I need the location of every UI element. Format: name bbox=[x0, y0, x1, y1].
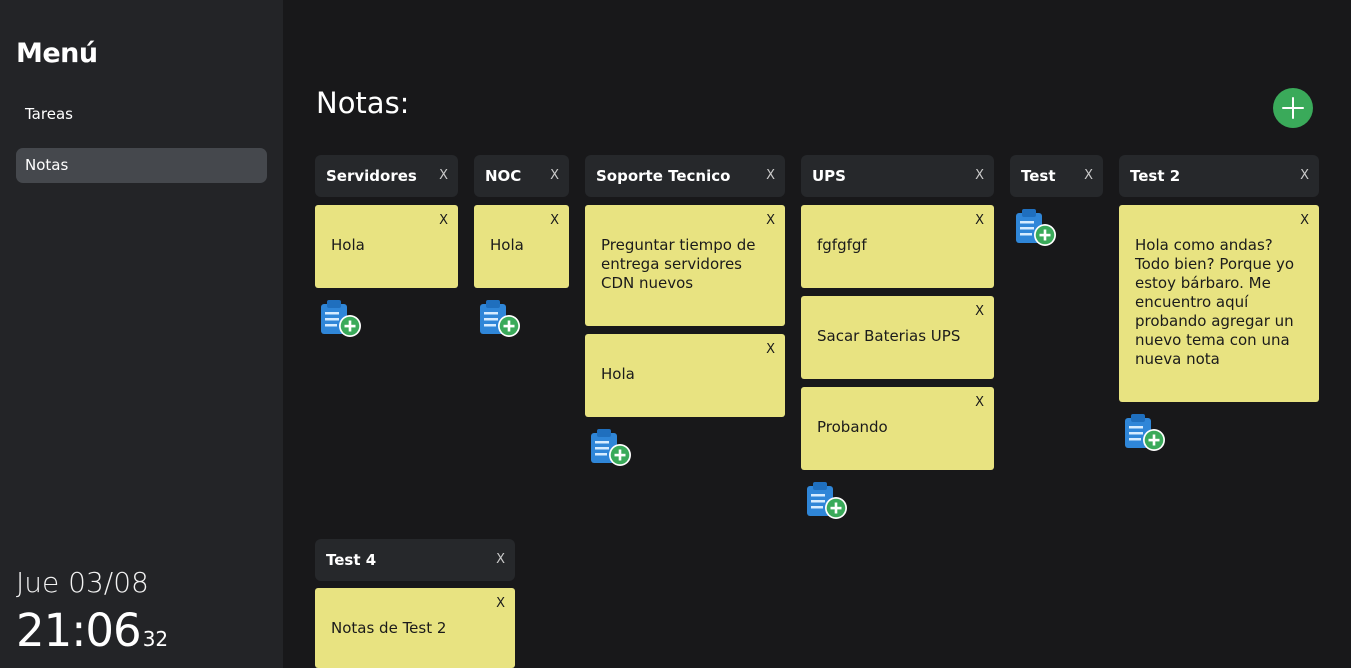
delete-note-button[interactable]: X bbox=[975, 302, 984, 321]
note-text: Hola bbox=[601, 365, 635, 383]
topic-title: Test bbox=[1021, 167, 1056, 185]
note-text: fgfgfgf bbox=[817, 236, 867, 254]
note-text: Hola bbox=[331, 236, 365, 254]
add-note-icon[interactable] bbox=[589, 427, 633, 467]
note-card: X Hola bbox=[474, 205, 569, 288]
add-note-icon[interactable] bbox=[1123, 412, 1167, 452]
topic-column-test-2: Test 2 X X Hola como andas? Todo bien? P… bbox=[1119, 155, 1319, 197]
topic-column-test: Test X bbox=[1010, 155, 1103, 197]
menu-title: Menú bbox=[16, 38, 98, 69]
topic-column-servidores: Servidores X X Hola bbox=[315, 155, 458, 197]
topic-header: NOC X bbox=[474, 155, 569, 197]
delete-topic-button[interactable]: X bbox=[1300, 155, 1309, 197]
note-card: X Hola bbox=[585, 334, 785, 417]
topic-header: Test 2 X bbox=[1119, 155, 1319, 197]
topic-title: NOC bbox=[485, 167, 522, 185]
add-note-icon[interactable] bbox=[478, 298, 522, 338]
add-topic-button[interactable] bbox=[1273, 88, 1313, 128]
topic-column-test-4: Test 4 X X Notas de Test 2 bbox=[315, 539, 515, 668]
topic-title: Servidores bbox=[326, 167, 417, 185]
clock-date: Jue 03/08 bbox=[16, 566, 149, 599]
clock-time: 21:06 bbox=[16, 604, 142, 657]
clock: 21:06 32 bbox=[16, 604, 168, 657]
delete-note-button[interactable]: X bbox=[975, 393, 984, 412]
topic-header: Servidores X bbox=[315, 155, 458, 197]
delete-topic-button[interactable]: X bbox=[550, 155, 559, 197]
delete-note-button[interactable]: X bbox=[550, 211, 559, 230]
topic-title: UPS bbox=[812, 167, 846, 185]
note-text: Hola como andas? Todo bien? Porque yo es… bbox=[1135, 236, 1295, 368]
topic-title: Test 4 bbox=[326, 551, 377, 569]
delete-topic-button[interactable]: X bbox=[975, 155, 984, 197]
note-text: Hola bbox=[490, 236, 524, 254]
delete-topic-button[interactable]: X bbox=[1084, 155, 1093, 197]
add-note-icon[interactable] bbox=[319, 298, 363, 338]
topic-header: Test X bbox=[1010, 155, 1103, 197]
clock-seconds: 32 bbox=[142, 627, 169, 651]
note-card: X Preguntar tiempo de entrega servidores… bbox=[585, 205, 785, 326]
delete-topic-button[interactable]: X bbox=[766, 155, 775, 197]
add-note-icon[interactable] bbox=[1014, 207, 1058, 247]
delete-note-button[interactable]: X bbox=[496, 594, 505, 613]
note-card: X Probando bbox=[801, 387, 994, 470]
note-text: Sacar Baterias UPS bbox=[817, 327, 961, 345]
note-text: Notas de Test 2 bbox=[331, 619, 447, 637]
delete-note-button[interactable]: X bbox=[439, 211, 448, 230]
note-card: X Hola como andas? Todo bien? Porque yo … bbox=[1119, 205, 1319, 402]
note-card: X fgfgfgf bbox=[801, 205, 994, 288]
delete-topic-button[interactable]: X bbox=[439, 155, 448, 197]
topic-header: UPS X bbox=[801, 155, 994, 197]
topic-title: Soporte Tecnico bbox=[596, 167, 731, 185]
topic-header: Soporte Tecnico X bbox=[585, 155, 785, 197]
sidebar-item-tareas[interactable]: Tareas bbox=[16, 97, 267, 132]
delete-note-button[interactable]: X bbox=[1300, 211, 1309, 230]
note-card: X Notas de Test 2 bbox=[315, 588, 515, 668]
topic-column-soporte-tecnico: Soporte Tecnico X X Preguntar tiempo de … bbox=[585, 155, 785, 197]
topic-column-noc: NOC X X Hola bbox=[474, 155, 569, 197]
sidebar-item-notas[interactable]: Notas bbox=[16, 148, 267, 183]
page-title: Notas: bbox=[316, 86, 410, 120]
delete-topic-button[interactable]: X bbox=[496, 539, 505, 581]
note-card: X Sacar Baterias UPS bbox=[801, 296, 994, 379]
main-content: Notas: Servidores X X Hola NOC X X Hola … bbox=[283, 0, 1351, 668]
sidebar: Menú Tareas Notas Jue 03/08 21:06 32 bbox=[0, 0, 283, 668]
delete-note-button[interactable]: X bbox=[766, 211, 775, 230]
topic-column-ups: UPS X X fgfgfgf X Sacar Baterias UPS X P… bbox=[801, 155, 994, 197]
delete-note-button[interactable]: X bbox=[766, 340, 775, 359]
topic-header: Test 4 X bbox=[315, 539, 515, 581]
note-text: Preguntar tiempo de entrega servidores C… bbox=[601, 236, 756, 292]
add-note-icon[interactable] bbox=[805, 480, 849, 520]
note-card: X Hola bbox=[315, 205, 458, 288]
delete-note-button[interactable]: X bbox=[975, 211, 984, 230]
topic-title: Test 2 bbox=[1130, 167, 1181, 185]
note-text: Probando bbox=[817, 418, 888, 436]
